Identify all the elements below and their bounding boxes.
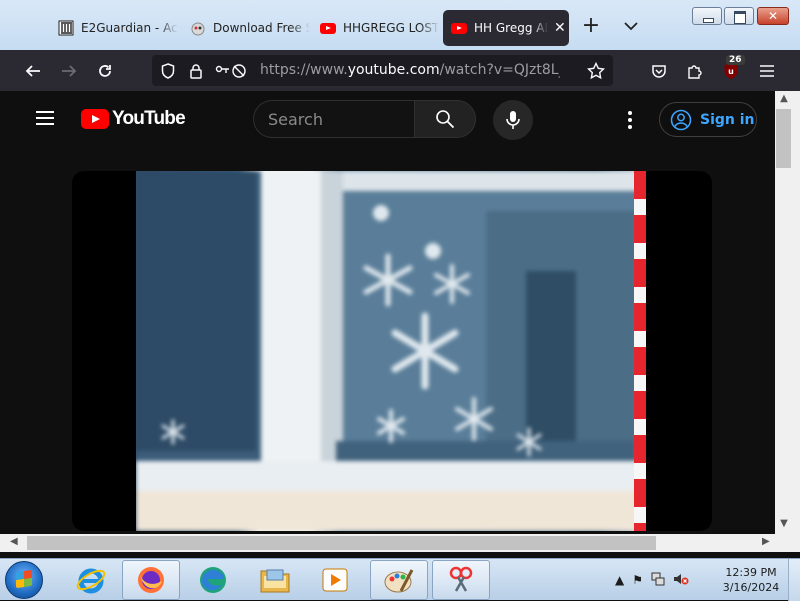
search-button[interactable] (414, 100, 476, 138)
paint-icon (384, 569, 414, 593)
extensions-puzzle-icon[interactable] (682, 58, 708, 84)
taskbar-clock[interactable]: 12:39 PM 3/16/2024 (720, 565, 782, 595)
tab-label: E2Guardian - Ac (81, 21, 178, 35)
permissions-autoplay-blocked-icon[interactable] (214, 61, 248, 81)
taskbar-paint[interactable] (370, 560, 428, 600)
taskbar-internet-explorer[interactable] (62, 560, 120, 600)
settings-more-icon[interactable] (620, 109, 640, 131)
youtube-favicon (320, 20, 336, 36)
snipping-tool-icon (449, 566, 473, 592)
new-tab-button[interactable]: + (580, 15, 602, 38)
tab-hh-gregg-ad[interactable]: HH Gregg AD ✕ (443, 10, 569, 46)
reload-button[interactable] (92, 58, 118, 84)
video-player[interactable] (72, 171, 712, 531)
tab-e2guardian[interactable]: E2Guardian - Ac (50, 10, 178, 46)
clock-time: 12:39 PM (725, 566, 777, 579)
scroll-down-arrow-icon[interactable]: ▼ (778, 518, 790, 529)
action-center-flag-icon[interactable]: ⚑ (632, 573, 643, 587)
sign-in-button[interactable]: Sign in (659, 102, 757, 137)
microphone-icon (506, 111, 520, 129)
search-box[interactable] (253, 100, 414, 138)
back-button[interactable] (20, 58, 46, 84)
extension-count-badge: 26 (726, 55, 745, 65)
horizontal-scroll-thumb[interactable] (27, 536, 656, 550)
tab-download-free[interactable]: Download Free S (182, 10, 310, 46)
youtube-play-icon (81, 109, 109, 129)
clock-date: 3/16/2024 (722, 581, 780, 594)
show-desktop-button[interactable] (788, 559, 800, 601)
internet-explorer-icon (76, 568, 106, 594)
close-window-button[interactable]: ✕ (757, 7, 789, 25)
navigation-toolbar: https://www.youtube.com/watch?v=QJzt8L_i… (0, 50, 800, 91)
firefox-icon (138, 567, 164, 593)
url-text[interactable]: https://www.youtube.com/watch?v=QJzt8L_i… (260, 62, 560, 78)
search-icon (436, 110, 455, 129)
taskbar-firefox[interactable] (122, 560, 180, 600)
vertical-scrollbar[interactable]: ▲ ▼ (775, 91, 800, 534)
youtube-logo[interactable]: YouTube (81, 108, 186, 130)
svg-text:u: u (728, 67, 734, 76)
tracking-protection-shield-icon[interactable] (158, 61, 178, 81)
institution-icon (58, 20, 74, 36)
account-circle-icon (670, 109, 692, 130)
taskbar-edge[interactable] (184, 560, 242, 600)
youtube-favicon (451, 20, 467, 36)
media-player-icon (322, 568, 348, 592)
horizontal-scrollbar[interactable]: ◀ ▶ (0, 534, 800, 552)
pocket-icon[interactable] (646, 58, 672, 84)
tab-hhgregg-lost[interactable]: HHGREGG LOST (312, 10, 440, 46)
show-hidden-icons-arrow-icon[interactable]: ▲ (615, 573, 624, 587)
video-frame (136, 171, 646, 531)
minimize-button[interactable] (692, 7, 722, 25)
candy-cane-stripe (634, 171, 646, 531)
video-frame-image (136, 171, 646, 531)
taskbar-snipping-tool[interactable] (432, 560, 490, 600)
tab-label: Download Free S (213, 21, 310, 35)
scroll-right-arrow-icon[interactable]: ▶ (762, 536, 770, 547)
youtube-masthead: YouTube Sign in (0, 91, 775, 147)
tab-label: HHGREGG LOST (343, 21, 440, 35)
lock-icon[interactable] (186, 61, 206, 81)
forward-button[interactable] (56, 58, 82, 84)
youtube-logo-text: YouTube (112, 108, 186, 129)
edge-icon (200, 567, 226, 593)
taskbar-media-player[interactable] (306, 560, 364, 600)
close-tab-icon[interactable]: ✕ (554, 20, 566, 36)
file-explorer-icon (260, 569, 290, 593)
system-tray: ▲ ⚑ (615, 559, 697, 601)
list-all-tabs-button[interactable] (620, 16, 642, 38)
windows-taskbar: ▲ ⚑ 12:39 PM 3/16/2024 (0, 558, 800, 601)
download-site-icon (190, 20, 206, 36)
scroll-left-arrow-icon[interactable]: ◀ (10, 536, 18, 547)
taskbar-file-explorer[interactable] (246, 560, 304, 600)
sign-in-label: Sign in (700, 111, 755, 128)
menu-hamburger-icon[interactable] (754, 58, 780, 84)
tab-label: HH Gregg AD (474, 21, 548, 35)
guide-menu-icon[interactable] (36, 111, 54, 125)
bookmark-star-icon[interactable] (586, 61, 606, 81)
youtube-page: YouTube Sign in (0, 91, 775, 534)
volume-muted-icon[interactable] (673, 572, 689, 589)
url-bar[interactable]: https://www.youtube.com/watch?v=QJzt8L_i… (152, 55, 613, 86)
maximize-button[interactable] (724, 7, 754, 25)
scroll-up-arrow-icon[interactable]: ▲ (778, 93, 790, 104)
search-input[interactable] (254, 101, 414, 137)
start-button[interactable] (5, 561, 43, 599)
browser-titlebar: E2Guardian - Ac Download Free S HHGREGG … (0, 0, 800, 50)
voice-search-button[interactable] (493, 100, 533, 140)
network-icon[interactable] (651, 572, 665, 589)
vertical-scroll-thumb[interactable] (776, 109, 791, 168)
